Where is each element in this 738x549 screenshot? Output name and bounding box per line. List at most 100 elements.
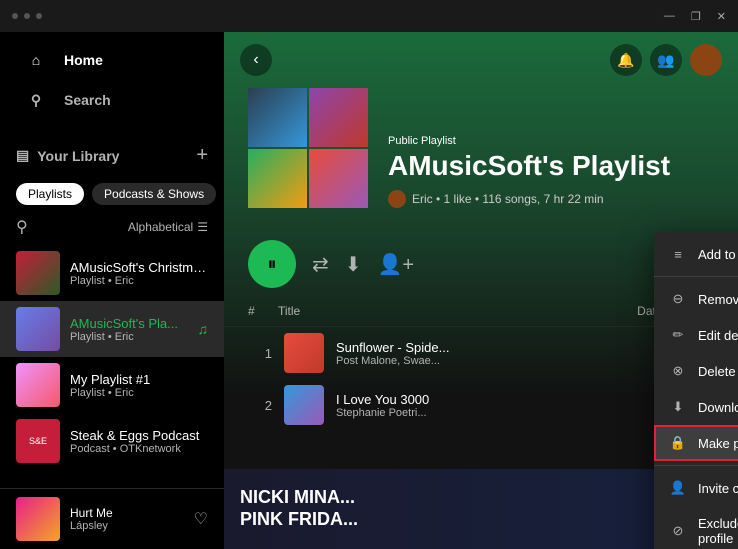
item-thumbnail bbox=[16, 363, 60, 407]
context-menu-item-exclude-taste[interactable]: ⊘ Exclude from your taste profile bbox=[654, 506, 738, 549]
sidebar-library: ▤ Your Library + Playlists Podcasts & Sh… bbox=[0, 128, 224, 488]
item-info: AMusicSoft's Pla... Playlist • Eric bbox=[70, 316, 188, 343]
library-filters: Playlists Podcasts & Shows bbox=[0, 175, 224, 213]
col-number: # bbox=[248, 304, 278, 318]
library-title-button[interactable]: ▤ Your Library bbox=[16, 147, 119, 164]
now-playing-thumb bbox=[16, 497, 60, 541]
track-thumbnail bbox=[284, 385, 324, 425]
sort-label: Alphabetical bbox=[128, 220, 193, 234]
home-icon: ⌂ bbox=[24, 48, 48, 72]
library-search-icon[interactable]: ⚲ bbox=[16, 217, 28, 237]
item-sub: Podcast • OTKnetwork bbox=[70, 443, 208, 455]
meta-avatar bbox=[388, 190, 406, 208]
track-number: 2 bbox=[248, 398, 272, 413]
main-content: ‹ 🔔 👥 Public Playlist AMusicSoft's Playl… bbox=[224, 32, 738, 549]
filter-podcasts[interactable]: Podcasts & Shows bbox=[92, 183, 216, 205]
main-header: ‹ 🔔 👥 bbox=[224, 32, 738, 88]
cover-quad-4 bbox=[309, 149, 368, 208]
track-name: Sunflower - Spide... bbox=[336, 340, 677, 355]
promo-line1: NICKI MINA... bbox=[240, 487, 358, 509]
sort-list-icon[interactable]: ☰ bbox=[197, 220, 208, 234]
context-item-label: Exclude from your taste profile bbox=[698, 516, 738, 546]
list-item[interactable]: My Playlist #1 Playlist • Eric bbox=[0, 357, 224, 413]
library-icon: ▤ bbox=[16, 147, 29, 164]
track-number: 1 bbox=[248, 346, 272, 361]
title-bar-dots bbox=[12, 13, 42, 19]
save-button[interactable]: ⬇ bbox=[345, 252, 362, 277]
avatar[interactable] bbox=[690, 44, 722, 76]
context-item-label: Download bbox=[698, 400, 738, 415]
list-item[interactable]: AMusicSoft's Christmas... Playlist • Eri… bbox=[0, 245, 224, 301]
context-divider bbox=[654, 465, 738, 466]
sidebar-item-search[interactable]: ⚲ Search bbox=[0, 80, 224, 120]
now-playing-bar: Hurt Me Lápsley ♡ bbox=[0, 488, 224, 549]
item-thumbnail: S&E bbox=[16, 419, 60, 463]
sidebar: ⌂ Home ⚲ Search ▤ Your Library + Playlis… bbox=[0, 32, 224, 549]
context-menu-item-make-private[interactable]: 🔒 Make private bbox=[654, 425, 738, 461]
library-header: ▤ Your Library + bbox=[0, 136, 224, 175]
add-queue-icon: ≡ bbox=[670, 246, 686, 262]
add-user-button[interactable]: 👤+ bbox=[378, 252, 415, 277]
title-bar-dot bbox=[12, 13, 18, 19]
cover-quad-2 bbox=[309, 88, 368, 147]
title-bar: — ❐ ✕ bbox=[0, 0, 738, 32]
title-bar-controls: — ❐ ✕ bbox=[664, 10, 726, 23]
play-button[interactable]: ⏸ bbox=[248, 240, 296, 288]
filter-playlists[interactable]: Playlists bbox=[16, 183, 84, 205]
list-item[interactable]: AMusicSoft's Pla... Playlist • Eric ♫ bbox=[0, 301, 224, 357]
heart-icon[interactable]: ♡ bbox=[194, 509, 208, 529]
library-add-button[interactable]: + bbox=[196, 144, 208, 167]
delete-icon: ⊗ bbox=[670, 363, 686, 379]
search-icon: ⚲ bbox=[24, 88, 48, 112]
context-menu: ≡ Add to queue ⊖ Remove from profile ✏ E… bbox=[654, 232, 738, 549]
item-name: Steak & Eggs Podcast bbox=[70, 428, 208, 443]
item-info: AMusicSoft's Christmas... Playlist • Eri… bbox=[70, 260, 208, 287]
item-name: My Playlist #1 bbox=[70, 372, 208, 387]
context-menu-item-add-queue[interactable]: ≡ Add to queue bbox=[654, 236, 738, 272]
context-item-label: Edit details bbox=[698, 328, 738, 343]
track-thumbnail bbox=[284, 333, 324, 373]
playing-icon: ♫ bbox=[198, 321, 209, 337]
promo-text: NICKI MINA... PINK FRIDA... bbox=[224, 471, 374, 546]
item-thumbnail bbox=[16, 307, 60, 351]
now-playing-info: Hurt Me Lápsley bbox=[70, 506, 184, 532]
context-divider bbox=[654, 276, 738, 277]
item-sub: Playlist • Eric bbox=[70, 387, 208, 399]
context-menu-item-edit-details[interactable]: ✏ Edit details bbox=[654, 317, 738, 353]
library-items: AMusicSoft's Christmas... Playlist • Eri… bbox=[0, 245, 224, 469]
maximize-button[interactable]: ❐ bbox=[691, 10, 701, 23]
close-button[interactable]: ✕ bbox=[717, 10, 726, 23]
library-sort-bar: ⚲ Alphabetical ☰ bbox=[0, 213, 224, 245]
header-icons: 🔔 👥 bbox=[610, 44, 722, 76]
now-playing-artist: Lápsley bbox=[70, 520, 184, 532]
now-playing-title: Hurt Me bbox=[70, 506, 184, 520]
shuffle-button[interactable]: ⇄ bbox=[312, 252, 329, 277]
item-sub: Playlist • Eric bbox=[70, 331, 188, 343]
item-info: My Playlist #1 Playlist • Eric bbox=[70, 372, 208, 399]
col-title: Title bbox=[278, 304, 637, 318]
playlist-hero: Public Playlist AMusicSoft's Playlist Er… bbox=[224, 88, 738, 228]
context-menu-item-invite-collaborators[interactable]: 👤 Invite collaborators bbox=[654, 470, 738, 506]
cover-quad-3 bbox=[248, 149, 307, 208]
title-bar-dot bbox=[24, 13, 30, 19]
cover-quad-1 bbox=[248, 88, 307, 147]
context-item-label: Remove from profile bbox=[698, 292, 738, 307]
playlist-cover bbox=[248, 88, 368, 208]
item-info: Steak & Eggs Podcast Podcast • OTKnetwor… bbox=[70, 428, 208, 455]
playlist-meta: Eric • 1 like • 116 songs, 7 hr 22 min bbox=[388, 190, 670, 208]
item-thumbnail bbox=[16, 251, 60, 295]
item-sub: Playlist • Eric bbox=[70, 275, 208, 287]
library-title-label: Your Library bbox=[37, 148, 119, 164]
back-button[interactable]: ‹ bbox=[240, 44, 272, 76]
context-item-label: Add to queue bbox=[698, 247, 738, 262]
app-layout: ⌂ Home ⚲ Search ▤ Your Library + Playlis… bbox=[0, 32, 738, 549]
context-menu-item-download[interactable]: ⬇ Download bbox=[654, 389, 738, 425]
minimize-button[interactable]: — bbox=[664, 10, 675, 23]
playlist-type: Public Playlist bbox=[388, 135, 670, 147]
list-item[interactable]: S&E Steak & Eggs Podcast Podcast • OTKne… bbox=[0, 413, 224, 469]
bell-icon[interactable]: 🔔 bbox=[610, 44, 642, 76]
context-menu-item-delete[interactable]: ⊗ Delete bbox=[654, 353, 738, 389]
sidebar-item-home[interactable]: ⌂ Home bbox=[0, 40, 224, 80]
context-menu-item-remove-profile[interactable]: ⊖ Remove from profile bbox=[654, 281, 738, 317]
friends-icon[interactable]: 👥 bbox=[650, 44, 682, 76]
